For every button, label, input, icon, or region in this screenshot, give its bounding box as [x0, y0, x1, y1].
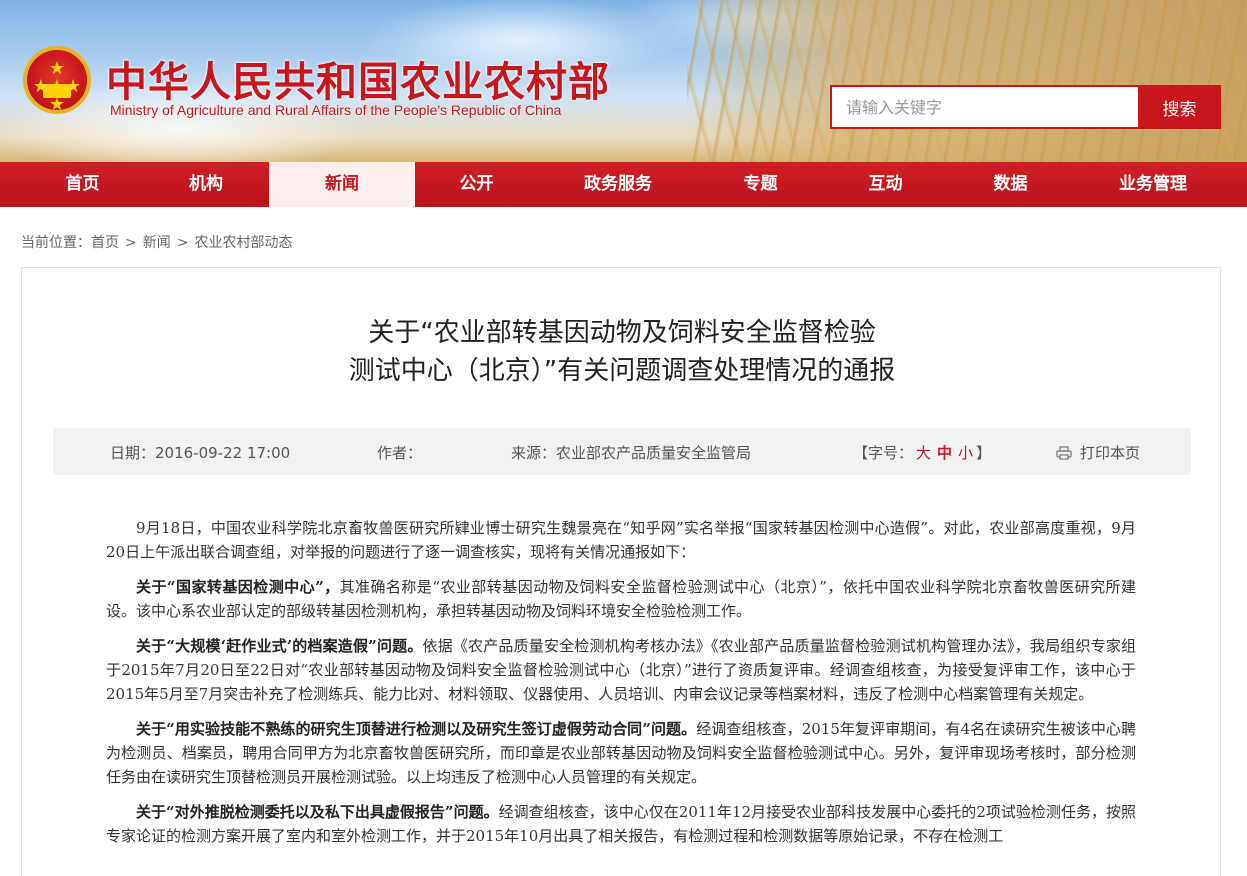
font-size-medium-button[interactable]: 中: [937, 444, 952, 462]
breadcrumb-home[interactable]: 首页: [91, 235, 119, 251]
article-date: 日期：2016-09-22 17:00: [110, 444, 291, 462]
national-emblem-logo[interactable]: ★ ★★★ ★: [23, 46, 91, 114]
breadcrumb-ministry-news[interactable]: 农业农村部动态: [194, 235, 292, 251]
nav-item-topics[interactable]: 专题: [698, 162, 823, 207]
breadcrumb-prefix: 当前位置：: [21, 235, 91, 251]
article-paragraph: 9月18日，中国农业科学院北京畜牧兽医研究所肄业博士研究生魏景亮在“知乎网”实名…: [106, 516, 1136, 564]
article-author: 作者：: [377, 444, 423, 462]
article-paragraph: 关于“国家转基因检测中心”，其准确名称是“农业部转基因动物及饲料安全监督检验测试…: [106, 575, 1136, 623]
article-title: 关于“农业部转基因动物及饲料安全监督检验 测试中心（北京）”有关问题调查处理情况…: [22, 314, 1222, 390]
article-paragraph: 关于“用实验技能不熟练的研究生顶替进行检测以及研究生签订虚假劳动合同”问题。经调…: [106, 717, 1136, 789]
breadcrumb-separator: >: [125, 235, 137, 251]
nav-item-interaction[interactable]: 互动: [823, 162, 948, 207]
print-page-button[interactable]: 打印本页: [1056, 442, 1140, 463]
nav-item-government-services[interactable]: 政务服务: [538, 162, 698, 207]
nav-item-home[interactable]: 首页: [0, 162, 165, 207]
nav-item-data[interactable]: 数据: [948, 162, 1073, 207]
article-source: 来源：农业部农产品质量安全监管局: [511, 444, 752, 462]
emblem-gate: [43, 84, 71, 98]
banner-wheat-image: [687, 0, 1247, 162]
main-nav: 首页 机构 新闻 公开 政务服务 专题 互动 数据 业务管理: [0, 162, 1247, 207]
search-input[interactable]: [830, 85, 1140, 129]
article-body: 9月18日，中国农业科学院北京畜牧兽医研究所肄业博士研究生魏景亮在“知乎网”实名…: [106, 516, 1136, 859]
breadcrumb-news[interactable]: 新闻: [143, 235, 171, 251]
font-size-close-bracket: 】: [976, 444, 992, 462]
nav-item-organization[interactable]: 机构: [165, 162, 247, 207]
paragraph-lead: 关于“对外推脱检测委托以及私下出具虚假报告”问题。: [136, 803, 499, 821]
site-title[interactable]: 中华人民共和国农业农村部: [106, 48, 610, 108]
breadcrumb-separator: >: [176, 235, 189, 251]
article-title-line: 测试中心（北京）”有关问题调查处理情况的通报: [348, 356, 896, 386]
nav-item-news[interactable]: 新闻: [269, 162, 415, 207]
print-page-label: 打印本页: [1080, 444, 1141, 462]
article-paragraph: 关于“对外推脱检测委托以及私下出具虚假报告”问题。经调查组核查，该中心仅在201…: [106, 800, 1136, 848]
font-size-large-button[interactable]: 大: [916, 444, 931, 462]
font-size-switcher: 【字号：大中小】: [853, 442, 991, 463]
site-subtitle: Ministry of Agriculture and Rural Affair…: [110, 102, 562, 118]
printer-icon: [1056, 446, 1072, 460]
article-paragraph: 关于“大规模‘赶作业式’的档案造假”问题。依据《农产品质量安全检测机构考核办法》…: [106, 634, 1136, 706]
article-container: 关于“农业部转基因动物及饲料安全监督检验 测试中心（北京）”有关问题调查处理情况…: [21, 267, 1221, 876]
nav-item-business-management[interactable]: 业务管理: [1073, 162, 1233, 207]
paragraph-lead: 关于“用实验技能不熟练的研究生顶替进行检测以及研究生签订虚假劳动合同”问题。: [136, 720, 697, 738]
paragraph-lead: 关于“国家转基因检测中心”，: [136, 578, 340, 596]
nav-item-public[interactable]: 公开: [415, 162, 538, 207]
font-size-small-button[interactable]: 小: [958, 444, 973, 462]
paragraph-text: 9月18日，中国农业科学院北京畜牧兽医研究所肄业博士研究生魏景亮在“知乎网”实名…: [106, 519, 1136, 561]
breadcrumb: 当前位置：首页 > 新闻 > 农业农村部动态: [21, 232, 292, 252]
search-button[interactable]: 搜索: [1138, 85, 1221, 129]
article-title-line: 关于“农业部转基因动物及饲料安全监督检验: [368, 318, 876, 348]
article-meta-bar: 日期：2016-09-22 17:00 作者： 来源：农业部农产品质量安全监管局…: [53, 428, 1191, 475]
font-size-open-bracket: 【字号：: [853, 444, 914, 462]
header-banner: ★ ★★★ ★ 中华人民共和国农业农村部 Ministry of Agricul…: [0, 0, 1247, 162]
paragraph-lead: 关于“大规模‘赶作业式’的档案造假”问题。: [136, 637, 423, 655]
